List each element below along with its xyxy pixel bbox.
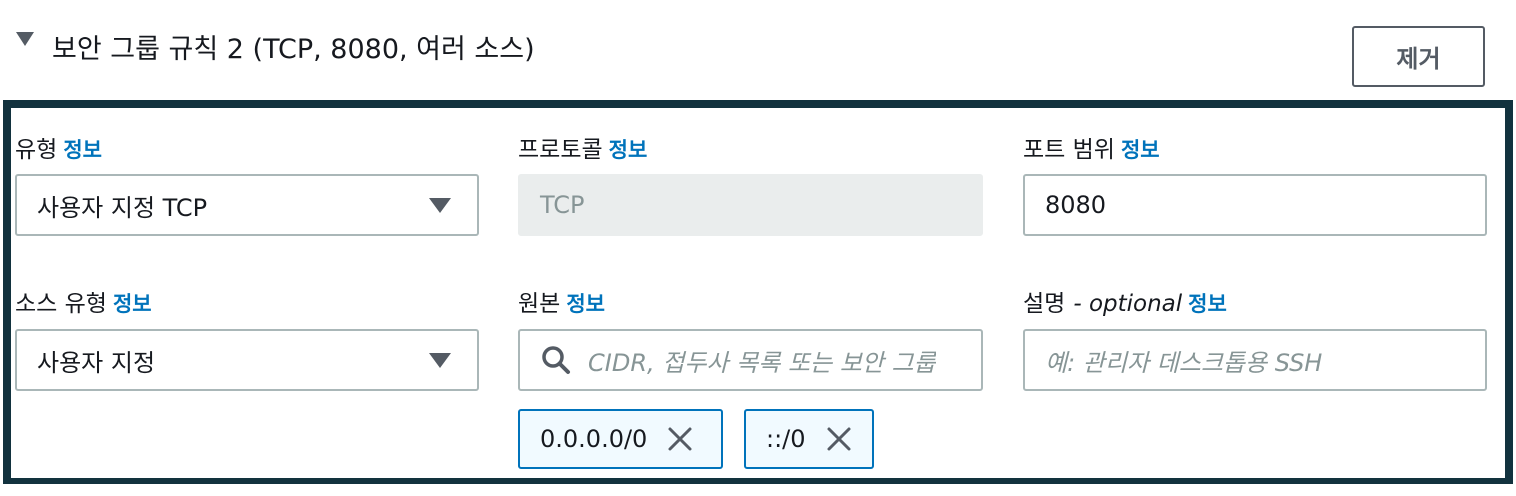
type-info-link[interactable]: 정보 — [63, 138, 102, 162]
source-type-label-text: 소스 유형 — [15, 291, 107, 317]
description-placeholder: 예: 관리자 데스크톱용 SSH — [1045, 348, 1323, 377]
port-range-input[interactable]: 8080 — [1023, 174, 1487, 236]
port-range-info-link[interactable]: 정보 — [1121, 138, 1160, 162]
source-label-text: 원본 — [518, 291, 561, 317]
protocol-info-link[interactable]: 정보 — [609, 138, 648, 162]
rule-title[interactable]: 보안 그룹 규칙 2 (TCP, 8080, 여러 소스) — [52, 30, 535, 70]
source-type-label: 소스 유형 정보 — [15, 288, 152, 320]
port-range-input-value: 8080 — [1045, 191, 1107, 219]
chevron-down-icon — [429, 198, 451, 213]
description-label: 설명 - optional 정보 — [1023, 288, 1227, 320]
type-select-value: 사용자 지정 TCP — [37, 193, 208, 222]
close-icon[interactable] — [826, 426, 852, 452]
rule-panel: 유형 정보 프로토콜 정보 포트 범위 정보 사용자 지정 TCP TCP 8080 … — [3, 100, 1513, 484]
protocol-label: 프로토콜 정보 — [518, 134, 647, 166]
source-type-info-link[interactable]: 정보 — [113, 292, 152, 316]
protocol-field-value: TCP — [540, 191, 585, 219]
source-token: 0.0.0.0/0 — [518, 409, 723, 469]
protocol-field: TCP — [518, 174, 983, 236]
description-input[interactable]: 예: 관리자 데스크톱용 SSH — [1023, 329, 1487, 391]
search-icon — [542, 346, 570, 374]
source-label: 원본 정보 — [518, 288, 605, 320]
description-info-link[interactable]: 정보 — [1188, 292, 1227, 316]
port-range-label-text: 포트 범위 — [1023, 137, 1115, 163]
protocol-label-text: 프로토콜 — [518, 137, 603, 163]
source-token-value: 0.0.0.0/0 — [540, 425, 648, 453]
source-info-link[interactable]: 정보 — [566, 292, 605, 316]
source-search-placeholder: CIDR, 접두사 목록 또는 보안 그룹 — [588, 348, 936, 377]
chevron-down-icon — [429, 353, 451, 368]
source-token-value: ::/0 — [766, 425, 806, 453]
source-type-select-value: 사용자 지정 — [37, 348, 156, 377]
caret-down-icon[interactable] — [16, 32, 34, 46]
close-icon[interactable] — [667, 426, 693, 452]
port-range-label: 포트 범위 정보 — [1023, 134, 1160, 166]
rule-header: 보안 그룹 규칙 2 (TCP, 8080, 여러 소스) 제거 — [0, 0, 1516, 100]
description-label-text: 설명 — [1023, 291, 1066, 317]
remove-button[interactable]: 제거 — [1352, 26, 1485, 87]
source-token: ::/0 — [744, 409, 874, 469]
source-type-select[interactable]: 사용자 지정 — [15, 329, 479, 391]
type-label: 유형 정보 — [15, 134, 102, 166]
type-select[interactable]: 사용자 지정 TCP — [15, 174, 479, 236]
optional-marker: - optional — [1073, 291, 1183, 317]
source-search-input[interactable]: CIDR, 접두사 목록 또는 보안 그룹 — [518, 329, 983, 391]
type-label-text: 유형 — [15, 137, 58, 163]
